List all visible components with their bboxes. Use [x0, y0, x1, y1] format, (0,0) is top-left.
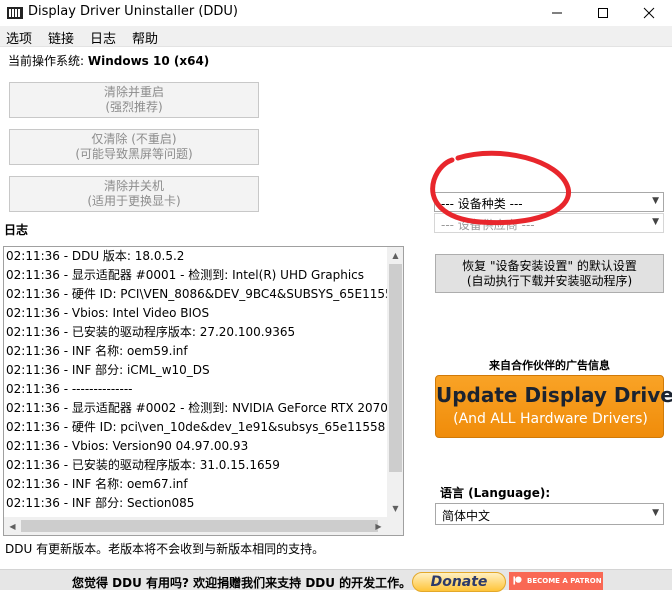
ad-headline: Update Display Driver: [436, 383, 672, 407]
os-info: 当前操作系统: Windows 10 (x64): [8, 52, 209, 69]
log-line: 02:11:36 - 硬件 ID: pci\ven_10de&dev_1e91&…: [6, 420, 386, 434]
log-line: 02:11:36 - 显示适配器 #0002 - 检测到: NVIDIA GeF…: [6, 401, 387, 415]
language-dropdown[interactable]: 简体中文 ▼: [435, 503, 664, 525]
minimize-icon: [552, 12, 562, 14]
app-icon: [7, 7, 23, 19]
clean-and-restart-button[interactable]: 清除并重启 (强烈推荐): [9, 82, 259, 118]
vertical-scrollbar[interactable]: ▲ ▼: [387, 247, 403, 517]
menu-log[interactable]: 日志: [90, 28, 116, 47]
patreon-icon: [513, 576, 522, 585]
scroll-down-icon[interactable]: ▼: [387, 500, 403, 517]
close-icon: [643, 7, 655, 19]
horizontal-scrollbar[interactable]: ◀ ▶: [4, 517, 387, 535]
button-line-2: (自动执行下载并安装驱动程序): [466, 274, 633, 288]
become-a-patron-button[interactable]: BECOME A PATRON: [509, 572, 603, 590]
button-line-2: (适用于更换显卡): [87, 194, 181, 208]
menu-help[interactable]: 帮助: [132, 28, 158, 47]
log-line: 02:11:36 - INF 部分: Section085: [6, 496, 195, 510]
chevron-down-icon: ▼: [652, 196, 659, 206]
donate-message: 您觉得 DDU 有用吗? 欢迎捐赠我们来支持 DDU 的开发工作。: [72, 576, 412, 590]
maximize-icon: [598, 8, 608, 18]
donate-button[interactable]: Donate: [412, 572, 506, 592]
chevron-down-icon: ▼: [652, 508, 659, 518]
language-label: 语言 (Language):: [440, 486, 551, 500]
title-bar: Display Driver Uninstaller (DDU): [0, 0, 672, 26]
log-line: 02:11:36 - 已安装的驱动程序版本: 31.0.15.1659: [6, 458, 280, 472]
log-line: 02:11:36 - DDU 版本: 18.0.5.2: [6, 249, 185, 263]
patron-label: BECOME A PATRON: [527, 577, 602, 585]
device-type-value: --- 设备种类 ---: [441, 197, 523, 211]
os-label: 当前操作系统:: [8, 54, 88, 68]
button-line-1: 恢复 "设备安装设置" 的默认设置: [462, 259, 637, 273]
clean-only-button[interactable]: 仅清除 (不重启) (可能导致黑屏等问题): [9, 129, 259, 165]
close-button[interactable]: [626, 0, 672, 26]
maximize-button[interactable]: [580, 0, 626, 26]
scroll-left-icon[interactable]: ◀: [4, 517, 21, 535]
log-line: 02:11:36 - Vbios: Intel Video BIOS: [6, 306, 210, 320]
update-notice: DDU 有更新版本。老版本将不会收到与新版本相同的支持。: [5, 542, 325, 556]
log-line: 02:11:36 - 硬件 ID: PCI\VEN_8086&DEV_9BC4&…: [6, 287, 387, 301]
window-title: Display Driver Uninstaller (DDU): [28, 4, 239, 19]
device-vendor-dropdown[interactable]: --- 设备供应商 --- ▼: [434, 213, 664, 233]
button-line-2: (可能导致黑屏等问题): [75, 147, 193, 161]
menu-options[interactable]: 选项: [6, 28, 32, 47]
button-line-1: 清除并重启: [103, 85, 164, 99]
button-line-1: 清除并关机: [103, 179, 164, 193]
restore-device-install-settings-button[interactable]: 恢复 "设备安装设置" 的默认设置 (自动执行下载并安装驱动程序): [435, 254, 664, 293]
scrollbar-corner: [387, 517, 403, 535]
log-line: 02:11:36 - Vbios: Version90 04.97.00.93: [6, 439, 249, 453]
log-line: 02:11:36 - 显示适配器 #0001 - 检测到: Intel(R) U…: [6, 268, 365, 282]
device-type-dropdown[interactable]: --- 设备种类 --- ▼: [434, 192, 664, 212]
ad-label: 来自合作伙伴的广告信息: [489, 359, 610, 372]
log-line: 02:11:36 - INF 名称: oem59.inf: [6, 344, 188, 358]
button-line-2: (强烈推荐): [105, 100, 163, 114]
log-line: 02:11:36 - INF 部分: iCML_w10_DS: [6, 363, 210, 377]
log-lines: 02:11:36 - DDU 版本: 18.0.5.2 02:11:36 - 显…: [4, 247, 387, 517]
horizontal-scroll-thumb[interactable]: [21, 520, 378, 532]
scroll-up-icon[interactable]: ▲: [387, 247, 403, 264]
os-value: Windows 10 (x64): [87, 54, 210, 68]
minimize-button[interactable]: [534, 0, 580, 26]
button-line-1: 仅清除 (不重启): [91, 132, 177, 146]
vertical-scroll-thumb[interactable]: [389, 264, 402, 472]
log-line: 02:11:36 - 已安装的驱动程序版本: 27.20.100.9365: [6, 325, 296, 339]
ad-banner[interactable]: Update Display Driver (And ALL Hardware …: [435, 375, 672, 438]
chevron-down-icon: ▼: [652, 217, 659, 227]
device-vendor-value: --- 设备供应商 ---: [441, 218, 535, 232]
scroll-right-icon[interactable]: ▶: [370, 517, 387, 535]
log-label: 日志: [4, 223, 29, 237]
log-listbox[interactable]: 02:11:36 - DDU 版本: 18.0.5.2 02:11:36 - 显…: [3, 246, 404, 536]
log-line: 02:11:36 - INF 名称: oem67.inf: [6, 477, 188, 491]
ad-subline: (And ALL Hardware Drivers): [453, 411, 648, 427]
language-value: 简体中文: [442, 509, 491, 523]
clean-and-shutdown-button[interactable]: 清除并关机 (适用于更换显卡): [9, 176, 259, 212]
menu-bar: 选项 链接 日志 帮助: [0, 26, 672, 47]
menu-links[interactable]: 链接: [48, 28, 74, 47]
log-line: 02:11:36 - --------------: [6, 382, 133, 396]
